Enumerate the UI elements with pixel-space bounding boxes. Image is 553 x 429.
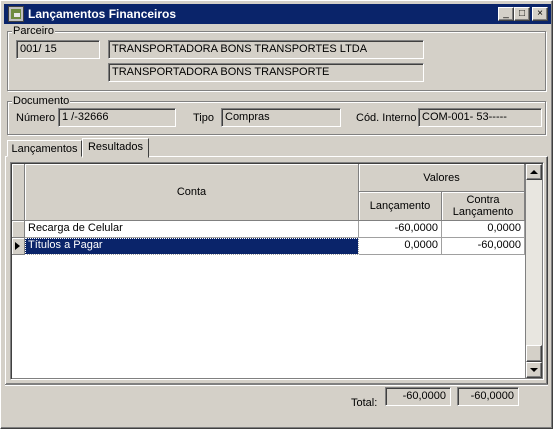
title-bar[interactable]: Lançamentos Financeiros _ □ × xyxy=(4,4,551,24)
parceiro-code-field[interactable]: 001/ 15 xyxy=(16,40,100,59)
arrow-up-icon xyxy=(530,170,538,174)
table-row-1-contra[interactable]: 0,0000 xyxy=(442,221,525,238)
total-contra-field: -60,0000 xyxy=(457,387,519,406)
row-indicator-current[interactable] xyxy=(12,238,25,255)
close-button[interactable]: × xyxy=(532,7,548,21)
documento-legend: Documento xyxy=(12,95,71,107)
scroll-down-button[interactable] xyxy=(526,362,542,378)
table-row-2-conta[interactable]: Títulos a Pagar xyxy=(25,238,359,255)
numero-label: Número xyxy=(16,112,56,124)
maximize-icon: □ xyxy=(518,8,526,19)
financial-app-icon xyxy=(8,6,24,22)
parceiro-name-field[interactable]: TRANSPORTADORA BONS TRANSPORTES LTDA xyxy=(108,40,424,59)
row-indicator[interactable] xyxy=(12,221,25,238)
table-row-1-conta[interactable]: Recarga de Celular xyxy=(25,221,359,238)
column-header-contra-lancamento[interactable]: Contra Lançamento xyxy=(442,192,525,221)
total-label: Total: xyxy=(351,397,378,409)
scroll-up-button[interactable] xyxy=(526,164,542,180)
column-header-conta[interactable]: Conta xyxy=(25,164,359,221)
column-header-lancamento-label: Lançamento xyxy=(369,200,431,212)
cod-interno-field[interactable]: COM-001- 53----- xyxy=(418,108,542,127)
current-row-arrow-icon xyxy=(15,242,20,250)
maximize-button[interactable]: □ xyxy=(514,7,530,21)
minimize-button[interactable]: _ xyxy=(498,7,514,21)
main-window: Lançamentos Financeiros _ □ × Parceiro 0… xyxy=(0,0,553,429)
numero-field[interactable]: 1 /-32666 xyxy=(58,108,176,127)
tipo-field[interactable]: Compras xyxy=(221,108,341,127)
tab-resultados-label: Resultados xyxy=(87,141,144,153)
window-title: Lançamentos Financeiros xyxy=(28,7,177,21)
minimize-icon: _ xyxy=(503,8,509,19)
total-lancamento-field: -60,0000 xyxy=(385,387,451,406)
header-indicator-cell xyxy=(12,164,25,221)
tipo-label: Tipo xyxy=(193,112,214,124)
column-group-valores: Valores xyxy=(359,164,525,192)
parceiro-legend: Parceiro xyxy=(12,25,55,37)
column-group-valores-label: Valores xyxy=(423,171,460,184)
table-row-1-lancamento[interactable]: -60,0000 xyxy=(359,221,442,238)
column-header-lancamento[interactable]: Lançamento xyxy=(359,192,442,221)
scroll-thumb[interactable] xyxy=(526,345,542,362)
close-icon: × xyxy=(537,8,543,19)
table-row-2-lancamento[interactable]: 0,0000 xyxy=(359,238,442,255)
table-row-2-contra[interactable]: -60,0000 xyxy=(442,238,525,255)
results-grid: Conta Valores Lançamento Contra Lançamen… xyxy=(10,162,544,380)
column-header-contra-lancamento-label: Contra Lançamento xyxy=(452,194,514,218)
tab-resultados[interactable]: Resultados xyxy=(82,138,149,158)
tab-lancamentos[interactable]: Lançamentos xyxy=(7,140,82,157)
column-header-conta-label: Conta xyxy=(176,186,207,198)
vertical-scrollbar[interactable] xyxy=(526,164,542,378)
cod-interno-label: Cód. Interno xyxy=(356,112,417,124)
tab-lancamentos-label: Lançamentos xyxy=(11,143,78,155)
arrow-down-icon xyxy=(530,368,538,372)
parceiro-fantasy-field[interactable]: TRANSPORTADORA BONS TRANSPORTE xyxy=(108,63,424,82)
